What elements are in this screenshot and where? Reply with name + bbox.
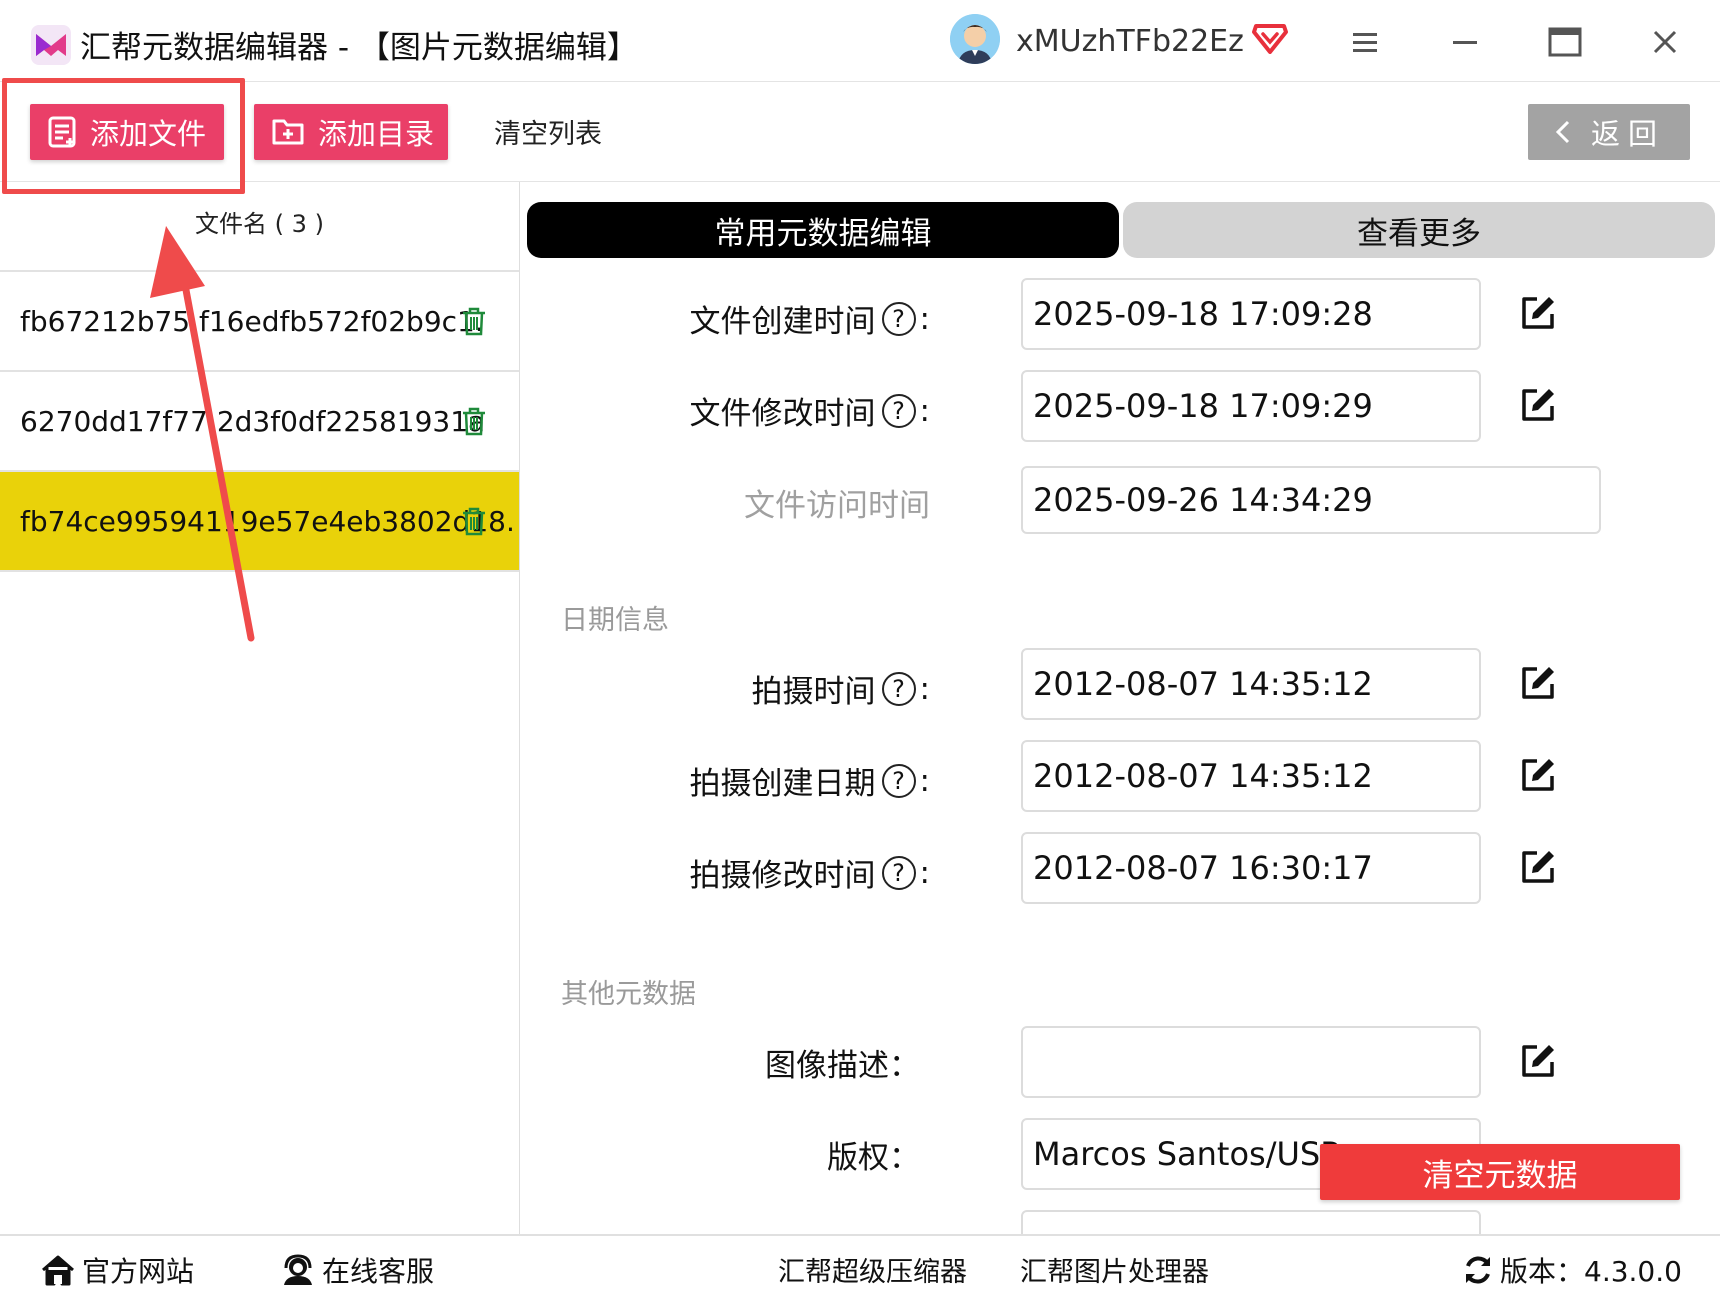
section-title-date-info: 日期信息 <box>561 605 669 636</box>
close-button[interactable] <box>1638 18 1692 66</box>
minimize-button[interactable] <box>1438 18 1492 66</box>
file-list-panel: 文件名 ( 3 ) fb67212b75 f16edfb572f02b9c1. … <box>0 182 520 1234</box>
menu-icon <box>1353 33 1377 52</box>
image-description-input[interactable] <box>1021 1026 1481 1098</box>
close-icon <box>1653 30 1677 54</box>
image-processor-link[interactable]: 汇帮图片处理器 <box>1020 1250 1209 1289</box>
field-label-file-accessed: 文件访问时间 <box>744 488 930 524</box>
file-list-item-selected[interactable]: fb74ce99594119e57e4eb3802d18. <box>0 472 519 572</box>
help-icon[interactable]: ? <box>881 301 916 336</box>
clear-list-button[interactable]: 清空列表 <box>494 112 602 151</box>
official-website-link[interactable]: 官方网站 <box>40 1250 194 1290</box>
tab-common-metadata[interactable]: 常用元数据编辑 <box>527 202 1119 258</box>
edit-icon[interactable] <box>1519 386 1557 424</box>
delete-icon[interactable] <box>460 306 488 336</box>
official-website-label: 官方网站 <box>82 1255 195 1288</box>
customer-service-icon <box>284 1254 312 1285</box>
app-logo-icon <box>31 25 71 65</box>
file-list-item[interactable]: 6270dd17f77 2d3f0df22581931a <box>0 372 519 472</box>
annotation-highlight-box <box>2 78 245 194</box>
edit-icon[interactable] <box>1519 294 1557 332</box>
file-name: fb67212b75 f16edfb572f02b9c1. <box>20 304 484 338</box>
label-text: 文件修改时间 <box>689 396 876 432</box>
maximize-button[interactable] <box>1538 18 1592 66</box>
online-support-link[interactable]: 在线客服 <box>280 1250 434 1290</box>
label-text: 文件创建时间 <box>689 304 876 340</box>
delete-icon[interactable] <box>460 506 488 536</box>
label-text: 拍摄时间 <box>751 674 876 710</box>
file-accessed-input: 2025-09-26 14:34:29 <box>1021 466 1601 534</box>
window-title: 汇帮元数据编辑器 - 【图片元数据编辑】 <box>80 30 638 66</box>
field-label-copyright: 版权： <box>827 1140 920 1176</box>
back-label: 返回 <box>1590 117 1665 151</box>
edit-icon[interactable] <box>1519 664 1557 702</box>
compressor-link[interactable]: 汇帮超级压缩器 <box>778 1250 967 1289</box>
shot-created-input[interactable]: 2012-08-07 14:35:12 <box>1021 740 1481 812</box>
menu-button[interactable] <box>1338 18 1392 66</box>
maximize-icon <box>1548 27 1582 57</box>
title-bar: 汇帮元数据编辑器 - 【图片元数据编辑】 xMUzhTFb22Ez <box>0 0 1720 82</box>
edit-icon[interactable] <box>1519 848 1557 886</box>
vip-diamond-icon[interactable] <box>1252 22 1288 54</box>
help-icon[interactable]: ? <box>881 855 916 890</box>
file-name: fb74ce99594119e57e4eb3802d18. <box>20 504 515 538</box>
field-label-shot-modified: 拍摄修改时间 ?: <box>690 850 930 895</box>
section-title-other-metadata: 其他元数据 <box>561 979 696 1010</box>
help-icon[interactable]: ? <box>881 393 916 428</box>
home-icon <box>42 1255 74 1286</box>
online-support-label: 在线客服 <box>322 1255 435 1288</box>
shot-time-input[interactable]: 2012-08-07 14:35:12 <box>1021 648 1481 720</box>
add-directory-button[interactable]: 添加目录 <box>254 104 448 160</box>
refresh-icon <box>1466 1256 1490 1284</box>
next-field-input[interactable] <box>1021 1210 1481 1234</box>
file-list-header: 文件名 ( 3 ) <box>0 182 519 272</box>
help-icon[interactable]: ? <box>881 671 916 706</box>
colon: : <box>919 670 930 707</box>
shot-modified-input[interactable]: 2012-08-07 16:30:17 <box>1021 832 1481 904</box>
delete-icon[interactable] <box>460 406 488 436</box>
file-modified-input[interactable]: 2025-09-18 17:09:29 <box>1021 370 1481 442</box>
label-text: 拍摄修改时间 <box>689 858 876 894</box>
status-bar: 官方网站 在线客服 汇帮超级压缩器 汇帮图片处理器 版本：4.3.0.0 <box>0 1234 1720 1300</box>
field-label-shot-time: 拍摄时间 ?: <box>752 666 930 711</box>
file-name: 6270dd17f77 2d3f0df22581931a <box>20 404 486 438</box>
colon: : <box>919 300 930 337</box>
field-label-shot-created: 拍摄创建日期 ?: <box>690 758 930 803</box>
field-label-file-created: 文件创建时间 ?: <box>690 296 930 341</box>
tab-view-more[interactable]: 查看更多 <box>1123 202 1715 258</box>
avatar[interactable] <box>950 14 1000 64</box>
app-window: 汇帮元数据编辑器 - 【图片元数据编辑】 xMUzhTFb22Ez 添加文件 添… <box>0 0 1720 1300</box>
minimize-icon <box>1453 41 1477 44</box>
field-label-file-modified: 文件修改时间 ?: <box>690 388 930 433</box>
file-list-item[interactable]: fb67212b75 f16edfb572f02b9c1. <box>0 272 519 372</box>
version-label: 版本：4.3.0.0 <box>1500 1255 1682 1288</box>
file-created-input[interactable]: 2025-09-18 17:09:28 <box>1021 278 1481 350</box>
add-directory-label: 添加目录 <box>318 117 435 151</box>
back-button[interactable]: 返回 <box>1528 104 1690 160</box>
label-text: 拍摄创建日期 <box>689 766 876 802</box>
metadata-panel: 常用元数据编辑 查看更多 文件创建时间 ?: 2025-09-18 17:09:… <box>521 182 1720 1234</box>
edit-icon[interactable] <box>1519 1042 1557 1080</box>
edit-icon[interactable] <box>1519 756 1557 794</box>
username[interactable]: xMUzhTFb22Ez <box>1016 24 1244 59</box>
colon: : <box>919 854 930 891</box>
colon: : <box>919 762 930 799</box>
chevron-left-icon <box>1555 120 1570 144</box>
toolbar: 添加文件 添加目录 <box>0 82 1720 182</box>
colon: : <box>919 392 930 429</box>
field-label-image-description: 图像描述： <box>765 1048 920 1084</box>
clear-metadata-button[interactable]: 清空元数据 <box>1320 1144 1680 1200</box>
user-avatar-icon <box>950 14 1000 64</box>
add-folder-icon <box>272 119 304 145</box>
version-info[interactable]: 版本：4.3.0.0 <box>1462 1250 1682 1290</box>
help-icon[interactable]: ? <box>881 763 916 798</box>
